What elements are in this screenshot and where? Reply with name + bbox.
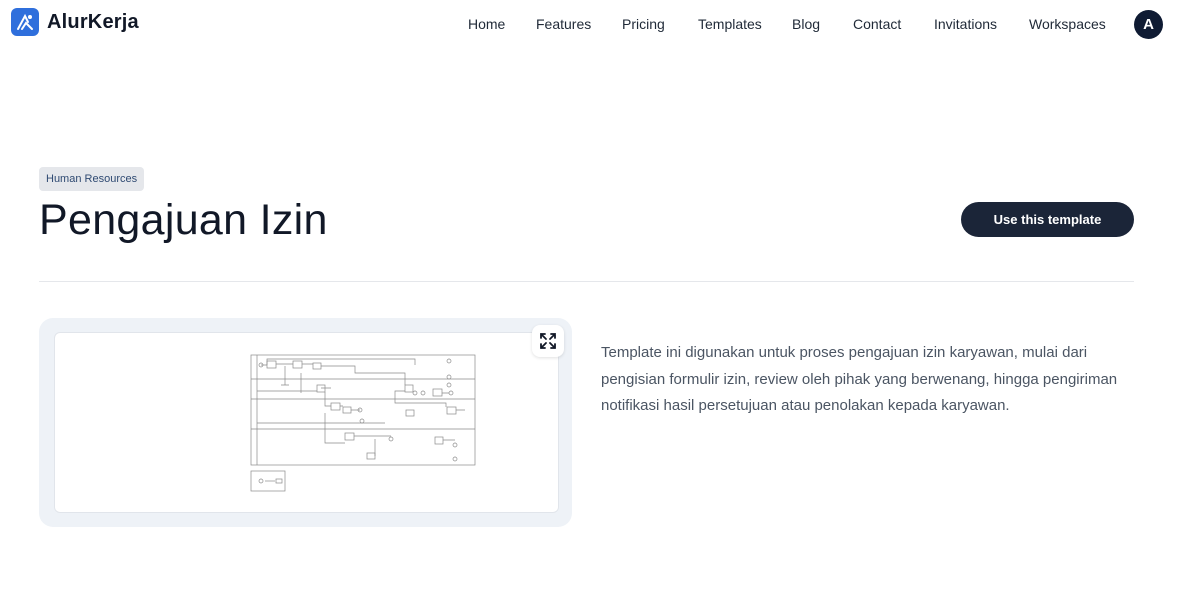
template-preview-card <box>39 318 572 527</box>
preview-canvas[interactable] <box>54 332 559 513</box>
expand-preview-button[interactable] <box>532 325 564 357</box>
brand-name: AlurKerja <box>47 10 139 33</box>
nav-features[interactable]: Features <box>536 16 591 32</box>
bpmn-diagram-thumbnail <box>250 354 476 492</box>
nav-contact[interactable]: Contact <box>853 16 901 32</box>
top-navbar: AlurKerja Home Features Pricing Template… <box>0 0 1187 50</box>
nav-workspaces[interactable]: Workspaces <box>1029 16 1106 32</box>
expand-icon <box>540 333 556 349</box>
nav-templates[interactable]: Templates <box>698 16 762 32</box>
nav-invitations[interactable]: Invitations <box>934 16 997 32</box>
brand-logo[interactable]: AlurKerja <box>11 8 139 36</box>
user-avatar[interactable]: A <box>1134 10 1163 39</box>
category-badge: Human Resources <box>39 167 145 191</box>
template-description: Template ini digunakan untuk proses peng… <box>601 344 1118 414</box>
workflow-logo-icon <box>11 8 39 36</box>
nav-home[interactable]: Home <box>468 16 505 32</box>
nav-blog[interactable]: Blog <box>792 16 820 32</box>
use-template-button[interactable]: Use this template <box>961 202 1134 237</box>
section-divider <box>39 281 1134 282</box>
page-title: Pengajuan Izin <box>39 196 328 244</box>
nav-pricing[interactable]: Pricing <box>622 16 665 32</box>
